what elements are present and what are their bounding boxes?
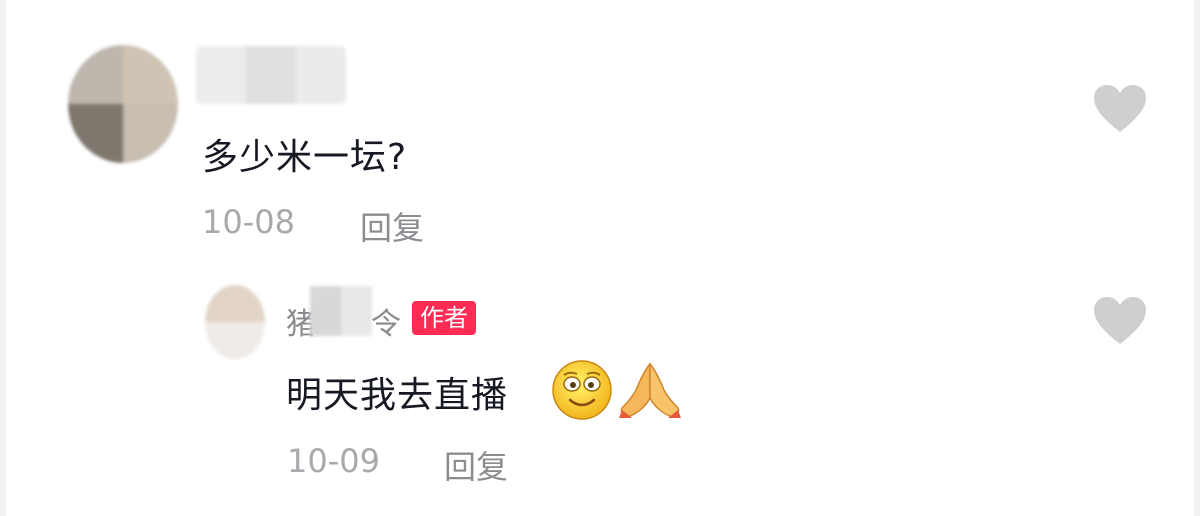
author-badge: 作者 [412, 301, 476, 335]
reply-date: 10-09 [287, 442, 380, 480]
folded-hands-emoji [619, 362, 681, 418]
right-edge-divider [1194, 0, 1200, 516]
comment-date: 10-08 [202, 203, 295, 241]
comment-thread: 多少米一坛? 10-08 回复 猪 令 作者 明天我去直播 10-09 回复 [0, 0, 1200, 516]
heart-icon[interactable] [1092, 296, 1148, 346]
smiling-face-emoji [552, 360, 612, 420]
reply-username-suffix[interactable]: 令 [371, 299, 401, 343]
reply-reply-button[interactable]: 回复 [444, 442, 508, 488]
comment-text: 多少米一坛? [202, 137, 408, 178]
left-edge-divider [0, 0, 6, 516]
reply-username-redacted [310, 286, 372, 336]
commenter-username-redacted[interactable] [196, 46, 346, 104]
commenter-avatar[interactable] [68, 45, 178, 163]
comment-reply-button[interactable]: 回复 [360, 203, 424, 249]
reply-text: 明天我去直播 [286, 375, 509, 416]
heart-icon[interactable] [1092, 84, 1148, 134]
reply-author-avatar[interactable] [205, 285, 265, 359]
